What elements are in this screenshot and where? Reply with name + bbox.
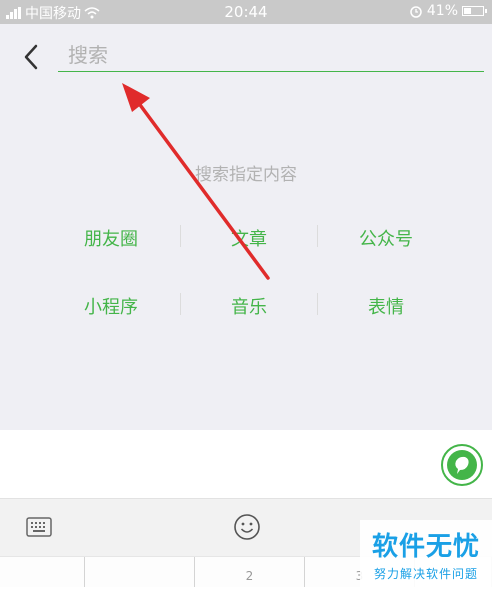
voice-input-row: [0, 430, 492, 498]
category-moments[interactable]: 朋友圈: [42, 225, 180, 251]
battery-icon: [462, 6, 487, 16]
category-music[interactable]: 音乐: [180, 293, 318, 319]
watermark-title: 软件无忧: [371, 532, 480, 562]
search-hint: 搜索指定内容: [195, 165, 297, 185]
microphone-icon: [447, 450, 477, 480]
category-mini-programs[interactable]: 小程序: [42, 293, 180, 319]
keyboard-key[interactable]: [0, 557, 85, 587]
search-header: [0, 24, 492, 90]
search-scope-panel: 搜索指定内容 朋友圈 文章 公众号 小程序 音乐 表情: [0, 90, 492, 430]
keyboard-switch-button[interactable]: [26, 517, 52, 541]
emoji-button[interactable]: [233, 513, 261, 545]
keyboard-key[interactable]: [85, 557, 195, 587]
category-articles[interactable]: 文章: [180, 225, 318, 251]
status-bar: 中国移动 20:44 41%: [0, 0, 492, 24]
status-right: 41%: [409, 3, 487, 19]
category-official-accounts[interactable]: 公众号: [317, 225, 455, 251]
back-button[interactable]: [18, 40, 48, 74]
battery-fill: [464, 8, 471, 14]
back-arrow-icon: [24, 44, 38, 70]
voice-search-button[interactable]: [441, 444, 483, 486]
keyboard-key-2[interactable]: 2: [195, 557, 305, 587]
watermark-subtitle: 努力解决软件问题: [373, 567, 478, 581]
search-input[interactable]: [58, 38, 484, 72]
watermark: 软件无忧 努力解决软件问题: [360, 520, 492, 587]
battery-percent: 41%: [426, 3, 458, 19]
emoji-icon: [234, 514, 260, 540]
alarm-icon: [410, 6, 422, 18]
category-stickers[interactable]: 表情: [317, 293, 455, 319]
keyboard-icon: [26, 517, 52, 537]
